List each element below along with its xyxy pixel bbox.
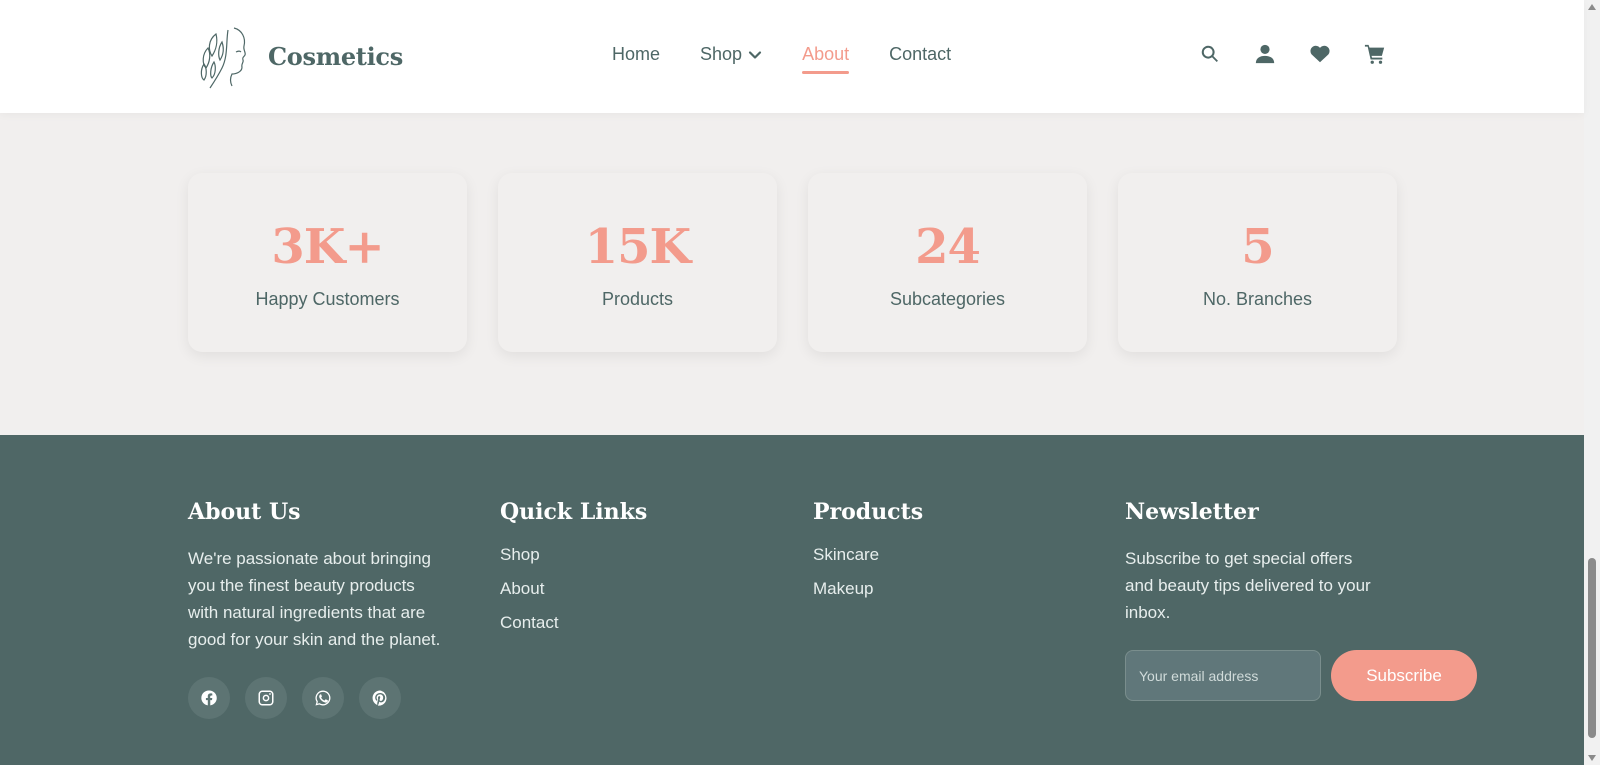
wishlist-button[interactable]: [1308, 42, 1332, 66]
pinterest-icon: [372, 690, 387, 706]
pinterest-button[interactable]: [359, 677, 401, 719]
quick-links-list: Shop About Contact: [500, 545, 647, 633]
account-button[interactable]: [1253, 42, 1277, 66]
social-links: [188, 677, 448, 719]
logo[interactable]: Cosmetics: [198, 22, 403, 90]
email-field[interactable]: [1125, 650, 1321, 701]
nav-home-label: Home: [612, 44, 661, 64]
footer-products: Products Skincare Makeup: [813, 499, 923, 613]
stat-value: 5: [1241, 219, 1274, 275]
newsletter-form: Subscribe: [1125, 650, 1477, 701]
subscribe-button[interactable]: Subscribe: [1331, 650, 1477, 701]
instagram-button[interactable]: [245, 677, 287, 719]
chevron-down-icon: [748, 50, 762, 59]
stat-label: No. Branches: [1202, 289, 1313, 309]
footer-about: About Us We're passionate about bringing…: [188, 499, 448, 719]
search-button[interactable]: [1198, 42, 1222, 66]
cart-icon: [1364, 44, 1385, 64]
nav-shop[interactable]: Shop: [700, 44, 762, 65]
stat-card: 5 No. Branches: [1118, 173, 1397, 352]
footer-products-title: Products: [813, 499, 924, 525]
nav-contact[interactable]: Contact: [889, 44, 951, 65]
main-nav: Home Shop About Contact: [612, 44, 991, 74]
page-scrollbar[interactable]: [1584, 0, 1600, 765]
scroll-up-arrow-icon[interactable]: [1588, 4, 1596, 10]
nav-about[interactable]: About: [802, 44, 850, 74]
whatsapp-button[interactable]: [302, 677, 344, 719]
scrollbar-thumb[interactable]: [1588, 558, 1596, 738]
nav-contact-label: Contact: [889, 44, 952, 64]
products-list: Skincare Makeup: [813, 545, 923, 599]
face-leaf-logo-icon: [200, 27, 246, 89]
footer-link-about[interactable]: About: [500, 579, 647, 599]
footer-quick-links-title: Quick Links: [500, 499, 648, 525]
footer-newsletter-text: Subscribe to get special offers and beau…: [1125, 549, 1371, 622]
footer-link-shop[interactable]: Shop: [500, 545, 647, 565]
logo-text: Cosmetics: [268, 41, 403, 71]
footer-newsletter: Newsletter Subscribe to get special offe…: [1125, 499, 1477, 701]
heart-icon: [1310, 45, 1330, 63]
stat-label: Products: [601, 289, 674, 309]
nav-about-label: About: [802, 44, 850, 64]
scroll-down-arrow-icon[interactable]: [1588, 755, 1596, 761]
footer-newsletter-title: Newsletter: [1125, 499, 1259, 525]
facebook-button[interactable]: [188, 677, 230, 719]
instagram-icon: [258, 690, 274, 706]
stat-value: 15K: [584, 219, 692, 275]
footer-link-skincare[interactable]: Skincare: [813, 545, 923, 565]
stat-card: 3K+ Happy Customers: [188, 173, 467, 352]
footer-link-contact[interactable]: Contact: [500, 613, 647, 633]
stats-section: 3K+ Happy Customers 15K Products 24 Subc…: [188, 173, 1397, 352]
search-icon: [1201, 45, 1218, 62]
site-header: Cosmetics Home Shop About Contact: [0, 0, 1584, 113]
stat-value: 24: [915, 219, 981, 275]
user-icon: [1255, 44, 1275, 64]
stat-card: 15K Products: [498, 173, 777, 352]
stat-label: Happy Customers: [255, 289, 400, 309]
footer-about-title: About Us: [188, 499, 301, 525]
stat-card: 24 Subcategories: [808, 173, 1087, 352]
nav-home[interactable]: Home: [612, 44, 660, 65]
footer-about-text: We're passionate about bringing you the …: [188, 549, 441, 649]
footer-quick-links: Quick Links Shop About Contact: [500, 499, 647, 647]
facebook-icon: [201, 690, 217, 706]
whatsapp-icon: [315, 690, 331, 706]
header-actions: [1198, 42, 1418, 66]
site-footer: About Us We're passionate about bringing…: [0, 435, 1584, 765]
nav-shop-label: Shop: [700, 44, 743, 64]
stat-label: Subcategories: [889, 289, 1006, 309]
footer-link-makeup[interactable]: Makeup: [813, 579, 923, 599]
cart-button[interactable]: [1363, 42, 1387, 66]
stat-value: 3K+: [271, 219, 384, 275]
